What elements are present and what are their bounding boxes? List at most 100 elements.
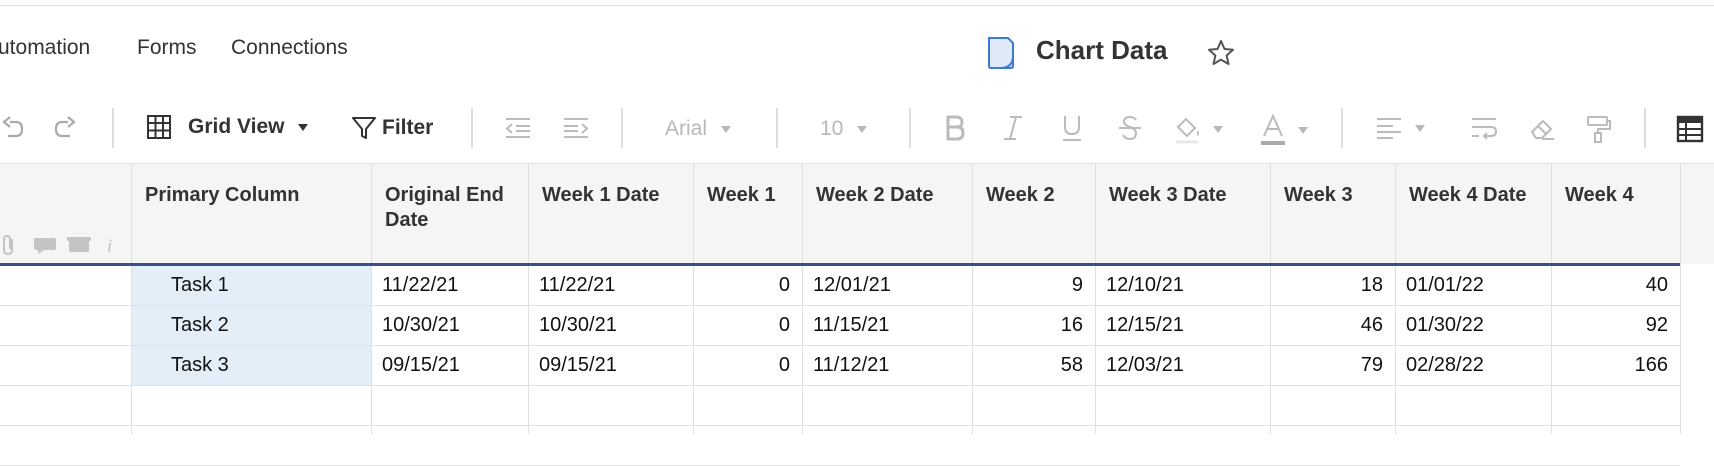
grid-cell[interactable]: 11/22/21: [539, 274, 615, 297]
grid-cell[interactable]: 09/15/21: [382, 354, 460, 377]
indent-icon: [564, 118, 589, 138]
column-header[interactable]: Primary Column: [131, 163, 371, 263]
column-header[interactable]: Week 2 Date: [802, 163, 972, 263]
menu-connections[interactable]: Connections: [231, 36, 348, 60]
column-header[interactable]: Week 3 Date: [1095, 163, 1270, 263]
primary-cell[interactable]: Task 2: [171, 314, 229, 337]
underline-button[interactable]: [1060, 114, 1084, 142]
primary-cell[interactable]: Task 1: [171, 274, 229, 297]
toolbar-divider: [1341, 108, 1343, 148]
font-size-select[interactable]: 10: [820, 117, 868, 141]
grid-cell[interactable]: 10/30/21: [382, 314, 460, 337]
font-size-value: 10: [820, 117, 844, 140]
italic-icon: [1004, 116, 1022, 140]
grid-cell[interactable]: 166: [1551, 354, 1668, 377]
strikethrough-button[interactable]: [1117, 114, 1143, 142]
align-left-icon: [1377, 118, 1401, 139]
primary-cell[interactable]: Task 3: [171, 354, 229, 377]
column-header[interactable]: Week 4: [1551, 163, 1680, 263]
grid-cell[interactable]: 12/15/21: [1106, 314, 1184, 337]
column-header[interactable]: Week 2: [972, 163, 1095, 263]
chevron-down-icon: [1298, 126, 1308, 134]
view-label: Grid View: [188, 115, 285, 138]
outdent-icon: [505, 118, 530, 138]
sheet-title: Chart Data: [1036, 35, 1168, 65]
paint-bucket-icon: [1176, 117, 1199, 144]
grid-cell[interactable]: 0: [693, 354, 790, 377]
toolbar-divider: [1644, 108, 1646, 148]
table-options-button[interactable]: [1676, 115, 1704, 143]
row-indicator-icons: i: [3, 234, 112, 257]
underline-icon: [1063, 116, 1081, 141]
grid-view-icon: [147, 115, 171, 139]
primary-column-highlight: [131, 265, 371, 385]
toolbar-divider: [621, 108, 623, 148]
undo-button[interactable]: [0, 116, 26, 140]
align-button[interactable]: [1375, 116, 1425, 140]
toolbar-divider: [776, 108, 778, 148]
grid-cell[interactable]: 0: [693, 314, 790, 337]
toolbar: Grid View Filter Arial 10: [0, 104, 1714, 152]
column-header[interactable]: Original End Date: [371, 163, 528, 263]
strikethrough-icon: [1119, 115, 1141, 141]
column-header[interactable]: Week 4 Date: [1395, 163, 1551, 263]
italic-button[interactable]: [1002, 114, 1024, 142]
font-family-value: Arial: [665, 117, 708, 140]
column-header[interactable]: Week 3: [1270, 163, 1395, 263]
menu-automation[interactable]: utomation: [0, 36, 90, 60]
menu-forms[interactable]: Forms: [137, 36, 197, 60]
grid-cell[interactable]: 01/30/22: [1406, 314, 1484, 337]
grid-cell[interactable]: 0: [693, 274, 790, 297]
grid-cell[interactable]: 12/03/21: [1106, 354, 1184, 377]
format-painter-button[interactable]: [1585, 114, 1613, 144]
indent-button[interactable]: [562, 116, 590, 140]
grid-cell[interactable]: 58: [972, 354, 1083, 377]
grid-cell[interactable]: 40: [1551, 274, 1668, 297]
chevron-down-icon: [1415, 124, 1425, 132]
grid-cell[interactable]: 18: [1270, 274, 1383, 297]
chevron-down-icon: [721, 125, 732, 133]
toolbar-divider: [909, 108, 911, 148]
grid-cell[interactable]: 9: [972, 274, 1083, 297]
grid-cell[interactable]: 79: [1270, 354, 1383, 377]
header-divider: [0, 263, 1680, 266]
row-divider: [0, 305, 1680, 306]
grid-cell[interactable]: 92: [1551, 314, 1668, 337]
grid-cell[interactable]: 11/22/21: [382, 274, 458, 297]
grid-cell[interactable]: 10/30/21: [539, 314, 617, 337]
column-divider: [1680, 163, 1681, 434]
filter-button[interactable]: Filter: [350, 114, 433, 142]
grid-cell[interactable]: 12/10/21: [1106, 274, 1184, 297]
sheet-icon: [988, 37, 1014, 69]
filter-icon: [352, 117, 376, 139]
column-header[interactable]: Week 1 Date: [528, 163, 693, 263]
undo-icon: [2, 116, 24, 138]
grid-cell[interactable]: 09/15/21: [539, 354, 617, 377]
grid-cell[interactable]: 12/01/21: [813, 274, 891, 297]
font-family-select[interactable]: Arial: [665, 117, 732, 141]
grid-cell[interactable]: 02/28/22: [1406, 354, 1484, 377]
fill-color-button[interactable]: [1173, 114, 1223, 144]
favorite-star-icon[interactable]: [1206, 38, 1236, 68]
grid-cell[interactable]: 11/15/21: [813, 314, 889, 337]
top-divider: [0, 5, 1714, 6]
redo-button[interactable]: [52, 116, 78, 140]
grid-cell[interactable]: 11/12/21: [813, 354, 889, 377]
row-action-icons: i: [0, 233, 120, 257]
row-divider: [0, 385, 1680, 386]
grid-cell[interactable]: 16: [972, 314, 1083, 337]
column-header[interactable]: Week 1: [693, 163, 802, 263]
wrap-text-button[interactable]: [1470, 116, 1498, 140]
grid-cell[interactable]: 01/01/22: [1406, 274, 1484, 297]
view-selector[interactable]: Grid View: [146, 114, 309, 140]
clear-formatting-button[interactable]: [1528, 114, 1556, 142]
text-color-button[interactable]: [1258, 114, 1308, 146]
outdent-button[interactable]: [504, 116, 532, 140]
table-icon: [1676, 115, 1704, 143]
row-divider: [0, 425, 1680, 426]
bold-button[interactable]: [943, 114, 967, 142]
grid-cell[interactable]: 46: [1270, 314, 1383, 337]
redo-icon: [54, 116, 76, 138]
chevron-down-icon: [857, 125, 868, 133]
toolbar-divider: [471, 108, 473, 148]
